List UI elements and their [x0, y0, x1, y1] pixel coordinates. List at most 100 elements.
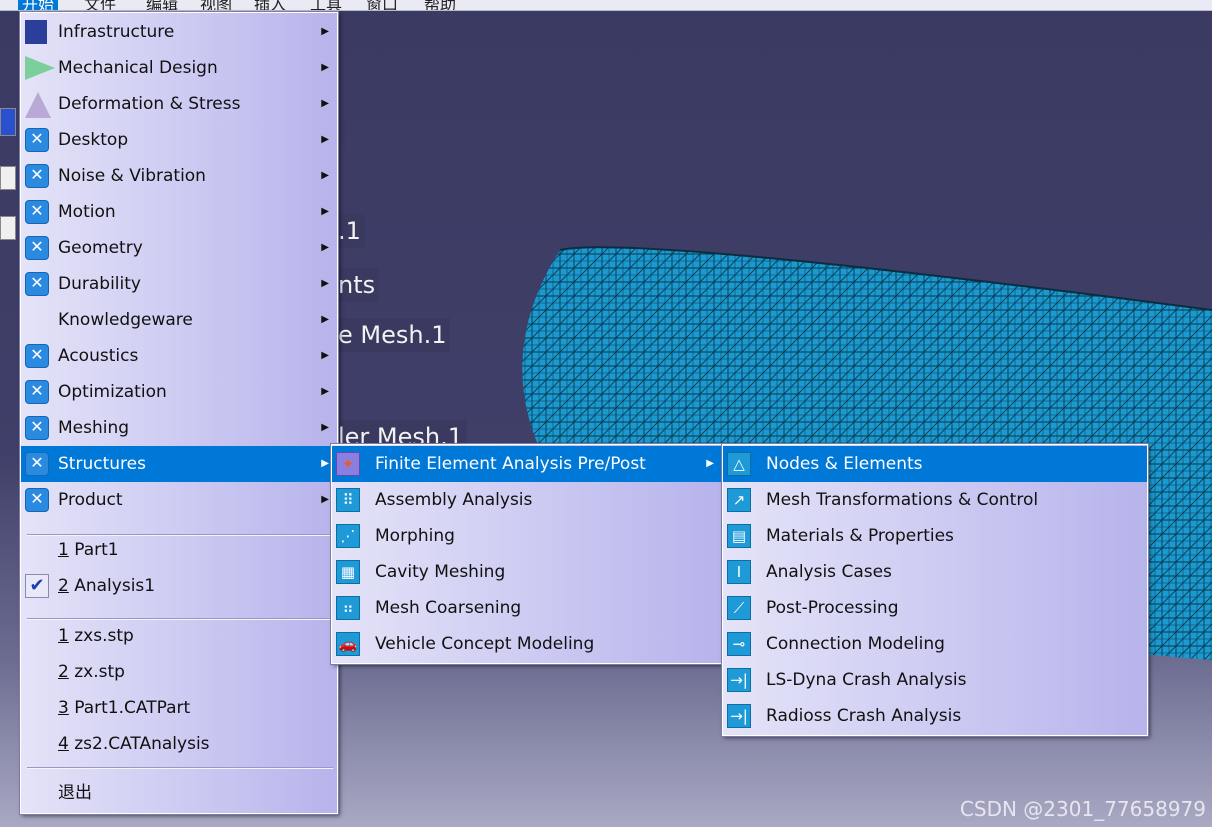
deformation-icon [25, 92, 51, 118]
start-menu-item-meshing[interactable]: ✕ Meshing ▶ [21, 410, 337, 446]
menu-item-label: Post-Processing [766, 598, 899, 618]
menu-item-label: Vehicle Concept Modeling [375, 634, 595, 654]
fea-item-materials-properties[interactable]: ▤ Materials & Properties [723, 518, 1147, 554]
start-menu-item-geometry[interactable]: ✕ Geometry ▶ [21, 230, 337, 266]
recent-file-item[interactable]: 3 Part1.CATPart [21, 690, 337, 726]
submenu-arrow-icon: ▶ [321, 62, 329, 73]
menu-item-label: Mesh Coarsening [375, 598, 522, 618]
start-menu-item-desktop[interactable]: ✕ Desktop ▶ [21, 122, 337, 158]
start-menu-item-product[interactable]: ✕ Product ▶ [21, 482, 337, 518]
fea-item-radioss-crash-analysis[interactable]: →| Radioss Crash Analysis [723, 698, 1147, 734]
window-item[interactable]: ✔ 2 Analysis1 [21, 568, 337, 604]
menu-item-label: Materials & Properties [766, 526, 954, 546]
recent-file-item[interactable]: 2 zx.stp [21, 654, 337, 690]
structures-item-cavity-meshing[interactable]: ▦ Cavity Meshing [332, 554, 722, 590]
workbench-icon: ✕ [25, 200, 49, 224]
menu-item-label: Desktop [58, 130, 129, 150]
menu-item-label: Acoustics [58, 346, 139, 366]
menu-item-label: Motion [58, 202, 116, 222]
mesh-transform-icon: ↗ [727, 488, 751, 512]
start-menu-item-deformation-stress[interactable]: Deformation & Stress ▶ [21, 86, 337, 122]
start-menu-item-optimization[interactable]: ✕ Optimization ▶ [21, 374, 337, 410]
menu-file[interactable]: 文件 [84, 0, 116, 10]
fea-icon: ✦ [336, 452, 360, 476]
analysis-cases-icon: I [727, 560, 751, 584]
menu-item-label: Mesh Transformations & Control [766, 490, 1039, 510]
start-menu-item-durability[interactable]: ✕ Durability ▶ [21, 266, 337, 302]
structures-item-mesh-coarsening[interactable]: ⠶ Mesh Coarsening [332, 590, 722, 626]
submenu-arrow-icon: ▶ [321, 350, 329, 361]
window-item-label: 1 Part1 [58, 540, 119, 560]
assembly-icon: ⠿ [336, 488, 360, 512]
fea-item-analysis-cases[interactable]: I Analysis Cases [723, 554, 1147, 590]
submenu-arrow-icon: ▶ [321, 422, 329, 433]
checkmark-icon: ✔ [25, 574, 49, 598]
menu-item-label: Radioss Crash Analysis [766, 706, 962, 726]
submenu-arrow-icon: ▶ [321, 170, 329, 181]
menu-start[interactable]: 开始 [18, 0, 59, 10]
structures-item-finite-element-analysis-pre-post[interactable]: ✦ Finite Element Analysis Pre/Post ▶ [332, 446, 722, 482]
coarsening-icon: ⠶ [336, 596, 360, 620]
fea-item-nodes-elements[interactable]: △ Nodes & Elements [723, 446, 1147, 482]
menu-insert[interactable]: 插入 [254, 0, 286, 10]
fea-item-post-processing[interactable]: ⟋ Post-Processing [723, 590, 1147, 626]
start-menu-item-knowledgeware[interactable]: Knowledgeware ▶ [21, 302, 337, 338]
workbench-icon: ✕ [25, 272, 49, 296]
submenu-arrow-icon: ▶ [321, 494, 329, 505]
recent-file-item[interactable]: 1 zxs.stp [21, 618, 337, 654]
menu-tools[interactable]: 工具 [310, 0, 342, 10]
fea-item-mesh-transformations-control[interactable]: ↗ Mesh Transformations & Control [723, 482, 1147, 518]
menu-item-label: Mechanical Design [58, 58, 218, 78]
menu-edit[interactable]: 编辑 [146, 0, 178, 10]
menu-help[interactable]: 帮助 [424, 0, 456, 10]
crash-icon: →| [727, 668, 751, 692]
recent-file-item[interactable]: 4 zs2.CATAnalysis [21, 726, 337, 762]
menu-item-label: Structures [58, 454, 146, 474]
window-item-label: 2 Analysis1 [58, 576, 156, 596]
menu-item-label: Analysis Cases [766, 562, 892, 582]
menu-bar: 开始 文件 编辑 视图 插入 工具 窗口 帮助 [0, 0, 1212, 11]
start-menu-item-structures[interactable]: ✕ Structures ▶ [21, 446, 337, 482]
submenu-arrow-icon: ▶ [321, 314, 329, 325]
workbench-icon: ✕ [25, 128, 49, 152]
tree-label-2[interactable]: nts [334, 268, 380, 302]
start-menu-item-noise-vibration[interactable]: ✕ Noise & Vibration ▶ [21, 158, 337, 194]
tree-label-3[interactable]: e Mesh.1 [334, 318, 451, 352]
menu-item-label: Geometry [58, 238, 143, 258]
tree-label-1[interactable]: .1 [334, 214, 365, 248]
window-item[interactable]: 1 Part1 [21, 532, 337, 568]
structures-item-morphing[interactable]: ⋰ Morphing [332, 518, 722, 554]
start-menu-item-mechanical-design[interactable]: Mechanical Design ▶ [21, 50, 337, 86]
start-menu-item-motion[interactable]: ✕ Motion ▶ [21, 194, 337, 230]
workbench-icon: ✕ [25, 380, 49, 404]
connection-icon: ⊸ [727, 632, 751, 656]
crash-icon: →| [727, 704, 751, 728]
menu-item-label: Knowledgeware [58, 310, 193, 330]
structures-item-vehicle-concept-modeling[interactable]: 🚗 Vehicle Concept Modeling [332, 626, 722, 662]
toolbar-fragment[interactable] [0, 108, 16, 136]
workbench-icon: ✕ [25, 344, 49, 368]
menu-item-label: LS-Dyna Crash Analysis [766, 670, 967, 690]
fea-item-connection-modeling[interactable]: ⊸ Connection Modeling [723, 626, 1147, 662]
menu-item-label: Cavity Meshing [375, 562, 506, 582]
menu-window[interactable]: 窗口 [366, 0, 398, 10]
menu-view[interactable]: 视图 [200, 0, 232, 10]
start-menu: Infrastructure ▶ Mechanical Design ▶ Deforma… [19, 11, 339, 815]
submenu-arrow-icon: ▶ [321, 98, 329, 109]
zoom-in-icon[interactable] [0, 166, 16, 190]
exit-menu-item[interactable]: 退出 [21, 775, 337, 811]
menu-item-label: Morphing [375, 526, 455, 546]
exit-label: 退出 [58, 783, 92, 803]
submenu-arrow-icon: ▶ [706, 458, 714, 469]
fea-submenu: △ Nodes & Elements ↗ Mesh Transformations &… [721, 443, 1149, 737]
fea-item-ls-dyna-crash-analysis[interactable]: →| LS-Dyna Crash Analysis [723, 662, 1147, 698]
menu-item-label: Nodes & Elements [766, 454, 923, 474]
structures-item-assembly-analysis[interactable]: ⠿ Assembly Analysis [332, 482, 722, 518]
recent-file-label: 3 Part1.CATPart [58, 698, 191, 718]
workbench-icon: ✕ [25, 236, 49, 260]
zoom-out-icon[interactable] [0, 216, 16, 240]
submenu-arrow-icon: ▶ [321, 386, 329, 397]
nodes-icon: △ [727, 452, 751, 476]
start-menu-item-acoustics[interactable]: ✕ Acoustics ▶ [21, 338, 337, 374]
start-menu-item-infrastructure[interactable]: Infrastructure ▶ [21, 14, 337, 50]
